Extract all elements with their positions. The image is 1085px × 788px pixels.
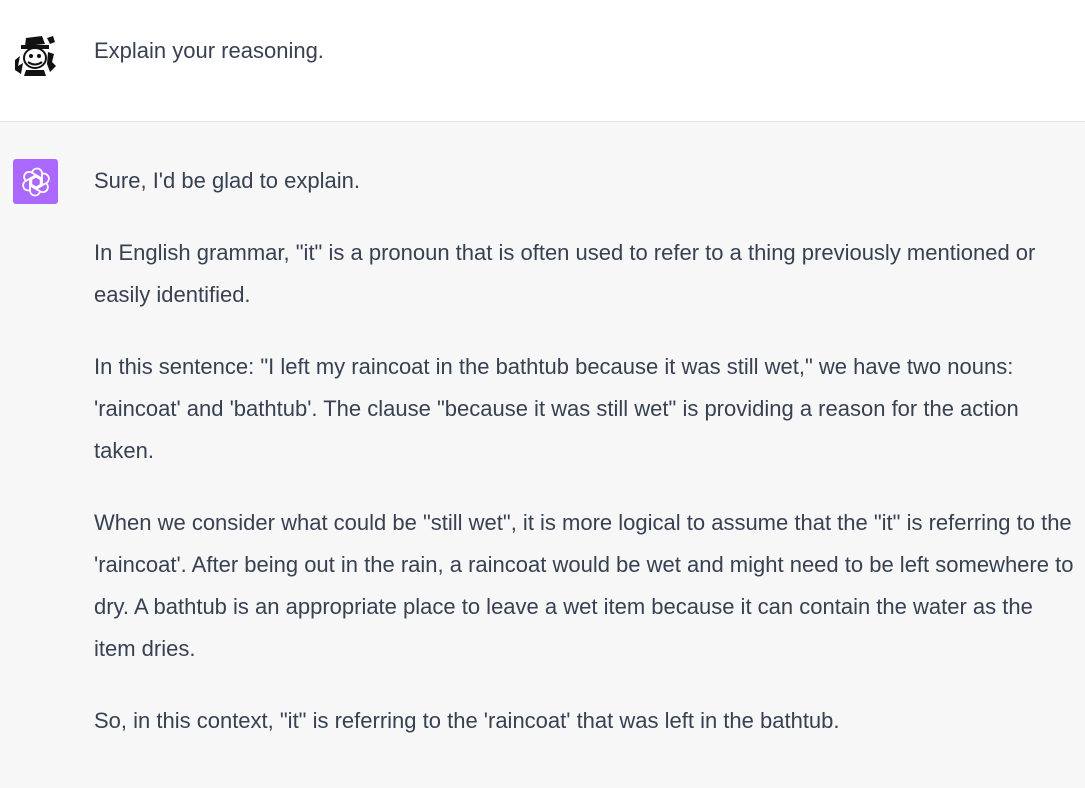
answer-paragraph: Sure, I'd be glad to explain. bbox=[94, 168, 360, 193]
user-message-row: Explain your reasoning. bbox=[0, 0, 1085, 122]
assistant-message-row: Sure, I'd be glad to explain. In English… bbox=[0, 122, 1085, 788]
openai-logo-icon bbox=[13, 159, 58, 204]
user-avatar-icon bbox=[12, 32, 58, 78]
answer-paragraph: In this sentence: "I left my raincoat in… bbox=[94, 354, 1019, 463]
answer-paragraph: When we consider what could be "still we… bbox=[94, 510, 1074, 661]
user-message-text: Explain your reasoning. bbox=[94, 38, 324, 63]
answer-paragraph: So, in this context, "it" is referring t… bbox=[94, 708, 840, 733]
answer-paragraph: In English grammar, "it" is a pronoun th… bbox=[94, 240, 1036, 307]
assistant-message-text: Sure, I'd be glad to explain. In English… bbox=[94, 160, 1074, 772]
